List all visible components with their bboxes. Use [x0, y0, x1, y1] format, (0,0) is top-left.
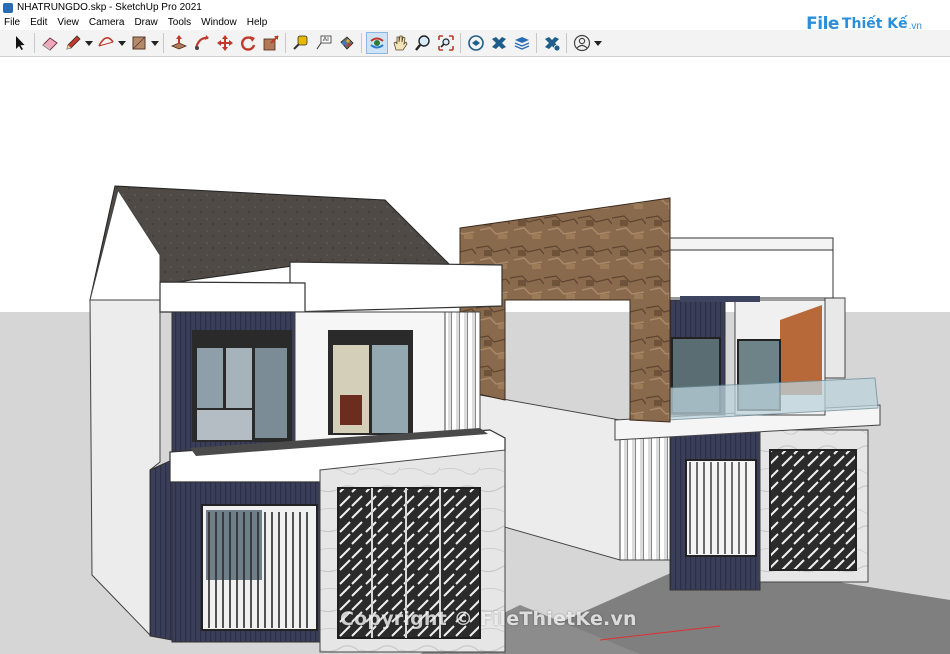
toolbar-separator — [566, 33, 567, 53]
push-pull-icon — [170, 35, 187, 50]
extension-manager-icon — [544, 37, 560, 52]
toolbar-separator — [460, 33, 461, 53]
follow-me-tool-button[interactable] — [191, 32, 213, 54]
zoom-extents-tool-button[interactable] — [435, 32, 457, 54]
house-model-drawing — [0, 57, 950, 654]
toolbar-separator — [536, 33, 537, 53]
pan-hand-icon — [393, 35, 407, 51]
zoom-magnifier-icon — [414, 35, 430, 51]
menu-file[interactable]: File — [0, 17, 25, 28]
arc-tool-button[interactable] — [95, 32, 117, 54]
user-account-icon — [573, 34, 590, 52]
sketchup-app-icon — [3, 2, 13, 13]
warehouse-icon — [467, 35, 484, 51]
toolbar-separator — [163, 33, 164, 53]
menu-tools[interactable]: Tools — [163, 17, 196, 28]
layers-icon — [514, 37, 529, 50]
rotate-icon — [240, 36, 255, 51]
pencil-dropdown-chevron-icon[interactable] — [84, 32, 94, 54]
follow-me-icon — [194, 35, 209, 50]
tape-measure-icon — [292, 35, 307, 50]
eraser-tool-button[interactable] — [39, 32, 61, 54]
orbit-icon — [369, 37, 384, 49]
extension-warehouse-button[interactable] — [488, 32, 510, 54]
arc-dropdown-chevron-icon[interactable] — [117, 32, 127, 54]
move-icon — [216, 35, 233, 51]
push-pull-tool-button[interactable] — [168, 32, 190, 54]
zoom-tool-button[interactable] — [412, 32, 434, 54]
menu-help[interactable]: Help — [242, 17, 273, 28]
menu-edit[interactable]: Edit — [25, 17, 52, 28]
3d-model-viewport[interactable] — [0, 57, 950, 654]
menu-window[interactable]: Window — [196, 17, 242, 28]
select-tool-button[interactable] — [9, 32, 31, 54]
menu-view[interactable]: View — [52, 17, 84, 28]
zoom-extents-icon — [437, 35, 454, 51]
account-dropdown-chevron-icon[interactable] — [593, 32, 603, 54]
pencil-icon — [65, 35, 81, 50]
eraser-icon — [41, 37, 58, 51]
rotate-tool-button[interactable] — [237, 32, 259, 54]
scale-icon — [263, 35, 279, 51]
paint-bucket-icon — [339, 36, 354, 50]
arc-icon — [97, 37, 114, 47]
layer-manager-button[interactable] — [511, 32, 533, 54]
menu-camera[interactable]: Camera — [84, 17, 130, 28]
account-button[interactable] — [571, 32, 593, 54]
rectangle-icon — [132, 36, 145, 50]
pencil-tool-button[interactable] — [62, 32, 84, 54]
paint-bucket-tool-button[interactable] — [336, 32, 358, 54]
move-tool-button[interactable] — [214, 32, 236, 54]
tape-measure-tool-button[interactable] — [290, 32, 312, 54]
extension-manager-button[interactable] — [541, 32, 563, 54]
main-toolbar — [0, 30, 950, 57]
title-bar: NHATRUNGDO.skp - SketchUp Pro 2021 — [0, 0, 950, 15]
toolbar-separator — [285, 33, 286, 53]
toolbar-separator — [34, 33, 35, 53]
copyright-watermark: Copyright © FileThietKe.vn — [340, 608, 637, 630]
text-label-icon — [316, 35, 331, 50]
rectangle-tool-button[interactable] — [128, 32, 150, 54]
toolbar-separator — [361, 33, 362, 53]
extension-warehouse-icon — [491, 37, 506, 49]
scale-tool-button[interactable] — [260, 32, 282, 54]
menu-draw[interactable]: Draw — [129, 17, 162, 28]
select-arrow-icon — [15, 36, 24, 50]
text-tool-button[interactable] — [313, 32, 335, 54]
3d-warehouse-button[interactable] — [465, 32, 487, 54]
orbit-tool-button[interactable] — [365, 32, 388, 54]
window-title: NHATRUNGDO.skp - SketchUp Pro 2021 — [17, 2, 202, 13]
shape-dropdown-chevron-icon[interactable] — [150, 32, 160, 54]
pan-tool-button[interactable] — [389, 32, 411, 54]
